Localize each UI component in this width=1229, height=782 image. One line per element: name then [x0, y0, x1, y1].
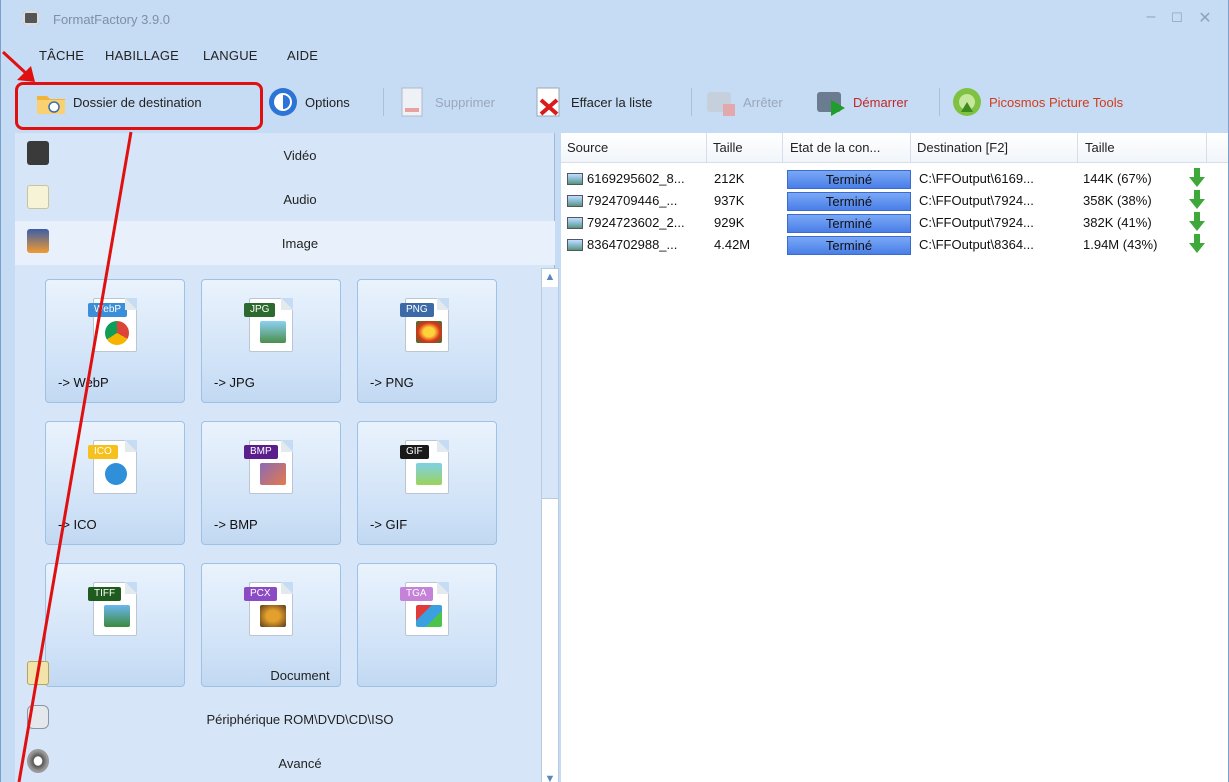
app-window: FormatFactory 3.9.0 – ☐ ✕ TÂCHE HABILLAG…: [0, 0, 1229, 782]
annotation-pointer-line: [17, 131, 133, 782]
annotation-arrows: [1, 50, 133, 782]
